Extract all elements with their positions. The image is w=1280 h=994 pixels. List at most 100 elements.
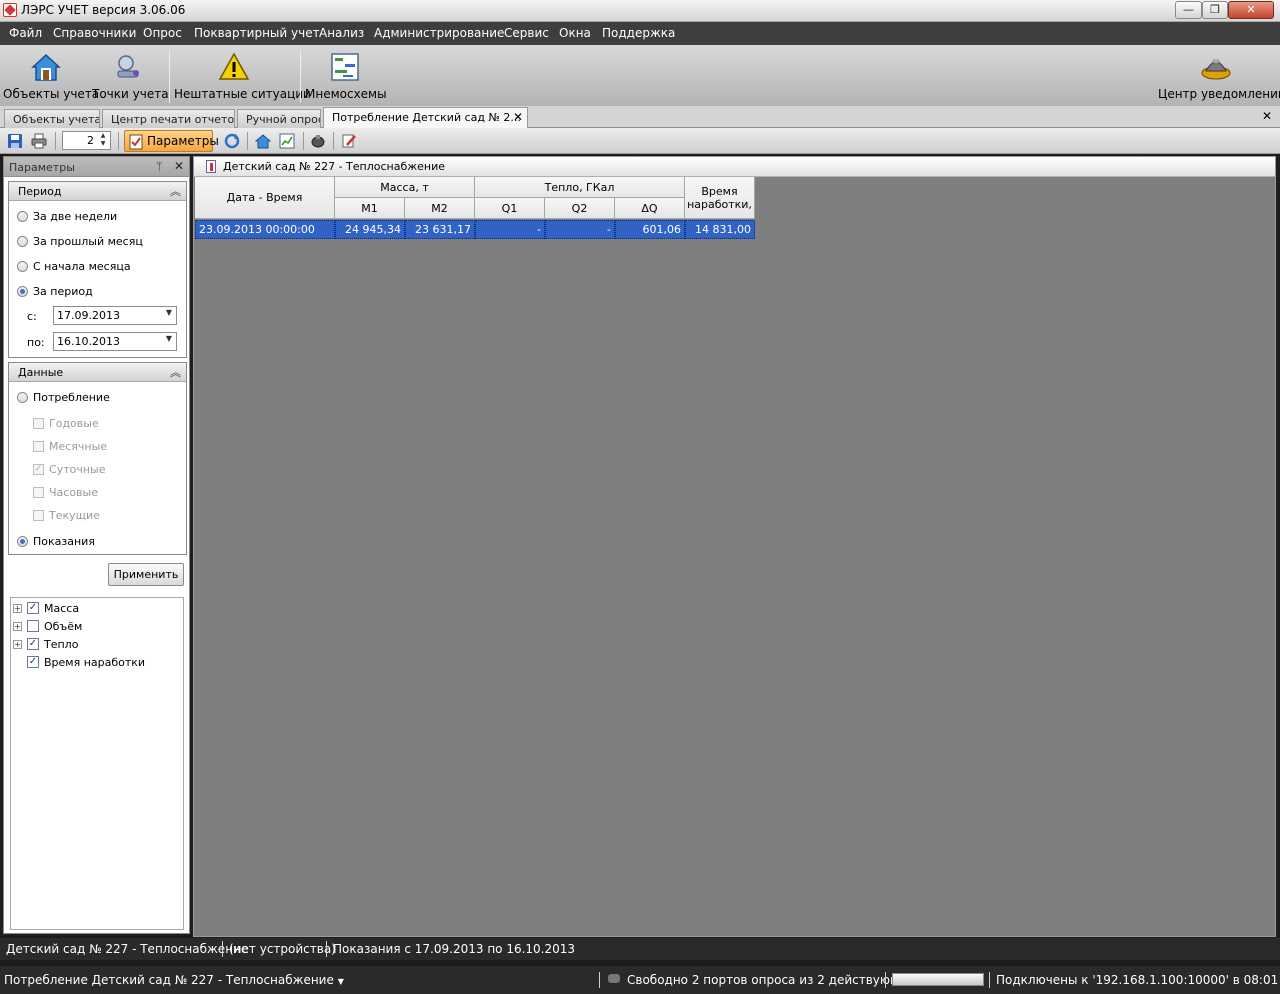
tree-checkbox[interactable]: [27, 620, 39, 632]
data-group: Данные ︽ Потребление Годовые Месячные ✓ С…: [8, 362, 187, 555]
menu-file[interactable]: Файл: [9, 26, 42, 40]
date-from-label: с:: [27, 310, 37, 323]
spinner-down-icon[interactable]: ▼: [98, 140, 108, 148]
parameter-tree: + ✓ Масса + Объём + ✓ Тепло ✓ Время нара…: [10, 597, 184, 930]
tab-objects[interactable]: Объекты учета: [4, 109, 100, 128]
print-icon[interactable]: [31, 133, 47, 149]
period-group-header[interactable]: Период ︽: [9, 182, 186, 201]
incidents-button[interactable]: Нештатные ситуации: [174, 45, 311, 106]
date-from-picker[interactable]: 17.09.2013 ▼: [53, 306, 177, 325]
warning-icon: [218, 52, 250, 80]
cell-runtime[interactable]: 14 831,00: [685, 220, 755, 239]
toolbar-separator: [169, 51, 170, 103]
tree-checkbox-checked[interactable]: ✓: [27, 656, 39, 668]
collapse-icon[interactable]: ︽: [170, 364, 181, 380]
port-icon: [608, 974, 620, 983]
tab-print-center[interactable]: Центр печати отчетов: [102, 109, 235, 128]
radio-dot: [17, 211, 28, 222]
expand-icon[interactable]: +: [13, 640, 22, 649]
checkbox-label: Месячные: [49, 440, 108, 453]
menu-polling[interactable]: Опрос: [143, 26, 182, 40]
expand-icon[interactable]: +: [13, 622, 22, 631]
menu-support[interactable]: Поддержка: [602, 26, 675, 40]
home-object-icon[interactable]: [255, 133, 271, 149]
main-toolbar: Объекты учета Точки учета Нештатные ситу…: [0, 45, 1280, 106]
device-icon[interactable]: [310, 133, 326, 149]
page-count-spinner[interactable]: 2 ▲ ▼: [62, 131, 111, 150]
data-group-header[interactable]: Данные ︽: [9, 363, 186, 382]
dropdown-arrow-icon[interactable]: ▼: [166, 308, 172, 317]
collapse-icon[interactable]: ︽: [170, 183, 181, 199]
col-header-q2[interactable]: Q2: [545, 198, 615, 219]
tree-checkbox-checked[interactable]: ✓: [27, 602, 39, 614]
date-to-picker[interactable]: 16.10.2013 ▼: [53, 332, 177, 351]
parameters-panel: Параметры ᛘ ✕ Период ︽ За две недели За …: [3, 156, 190, 934]
toolbar-separator: [247, 132, 248, 150]
tab-manual-poll[interactable]: Ручной опрос: [237, 109, 321, 128]
edit-icon[interactable]: [341, 133, 357, 149]
col-header-q1[interactable]: Q1: [475, 198, 545, 219]
checkbox-checked: ✓: [33, 464, 44, 475]
menu-windows[interactable]: Окна: [559, 26, 591, 40]
menu-apartment-accounting[interactable]: Поквартирный учет: [194, 26, 320, 40]
mnemo-label: Мнемосхемы: [305, 87, 387, 101]
tree-checkbox-checked[interactable]: ✓: [27, 638, 39, 650]
close-all-tabs-icon[interactable]: ✕: [1262, 109, 1272, 123]
mnemo-diagram-icon: [331, 53, 359, 81]
tab-consumption[interactable]: Потребление Детский сад № 2... ✕: [323, 107, 528, 128]
minimize-button[interactable]: —: [1175, 1, 1202, 19]
tab-label: Потребление Детский сад № 2...: [332, 111, 521, 124]
col-header-datetime[interactable]: Дата - Время: [195, 177, 335, 219]
cell-datetime[interactable]: 23.09.2013 00:00:00: [195, 220, 335, 239]
parameters-panel-header: Параметры ᛘ ✕: [4, 157, 189, 177]
cell-m2[interactable]: 23 631,17: [405, 220, 475, 239]
checkbox-label: Суточные: [49, 463, 106, 476]
col-group-heat: Тепло, ГКал: [475, 177, 685, 198]
document-status-bar: Детский сад № 227 - Теплоснабжение (нет …: [0, 938, 1280, 960]
notifications-button[interactable]: Центр уведомлений: [1158, 45, 1280, 106]
radio-dot: [17, 236, 28, 247]
menu-directories[interactable]: Справочники: [53, 26, 136, 40]
maximize-button[interactable]: ❐: [1202, 1, 1228, 19]
toolbar-separator: [300, 51, 301, 103]
objects-button[interactable]: Объекты учета: [3, 45, 99, 106]
menu-administration[interactable]: Администрирование: [374, 26, 504, 40]
col-header-dq[interactable]: ΔQ: [615, 198, 685, 219]
tree-node-label: Масса: [44, 602, 80, 615]
cell-q1[interactable]: -: [475, 220, 545, 239]
col-header-m2[interactable]: M2: [405, 198, 475, 219]
status-divider: [885, 972, 886, 988]
tree-node-label: Объём: [44, 620, 83, 633]
dropdown-arrow-icon: ▼: [337, 977, 344, 986]
menu-service[interactable]: Сервис: [504, 26, 549, 40]
tab-close-icon[interactable]: ✕: [513, 110, 523, 124]
status-connection: Подключены к '192.168.1.100:10000' в 08:…: [996, 973, 1280, 987]
apply-button[interactable]: Применить: [108, 563, 184, 586]
close-window-button[interactable]: ✕: [1228, 1, 1274, 19]
dropdown-arrow-icon[interactable]: ▼: [166, 334, 172, 343]
points-button[interactable]: Точки учета: [92, 45, 169, 106]
status-device: (нет устройства): [229, 942, 336, 956]
cell-q2[interactable]: -: [545, 220, 615, 239]
parameters-toggle-button[interactable]: Параметры: [124, 130, 219, 152]
radio-label: Потребление: [33, 391, 110, 404]
tree-node-label: Время наработки: [44, 656, 146, 669]
mnemo-button[interactable]: Мнемосхемы: [305, 45, 387, 106]
spinner-up-icon[interactable]: ▲: [98, 132, 108, 140]
active-window-selector[interactable]: Потребление Детский сад № 227 - Теплосна…: [4, 973, 344, 987]
col-header-runtime[interactable]: Время наработки,: [685, 177, 755, 219]
menu-analysis[interactable]: Анализ: [319, 26, 364, 40]
close-panel-icon[interactable]: ✕: [174, 159, 184, 173]
cell-m1[interactable]: 24 945,34: [335, 220, 405, 239]
save-icon[interactable]: [7, 133, 23, 149]
pin-icon[interactable]: ᛘ: [156, 160, 163, 173]
chart-icon[interactable]: [279, 133, 295, 149]
refresh-icon[interactable]: [224, 133, 240, 149]
toolbar-separator: [303, 132, 304, 150]
col-header-m1[interactable]: M1: [335, 198, 405, 219]
expand-icon[interactable]: +: [13, 604, 22, 613]
toolbar-separator: [55, 132, 56, 150]
cell-dq[interactable]: 601,06: [615, 220, 685, 239]
checkbox-label: Годовые: [49, 417, 99, 430]
window-title: ЛЭРС УЧЕТ версия 3.06.06: [21, 3, 186, 17]
